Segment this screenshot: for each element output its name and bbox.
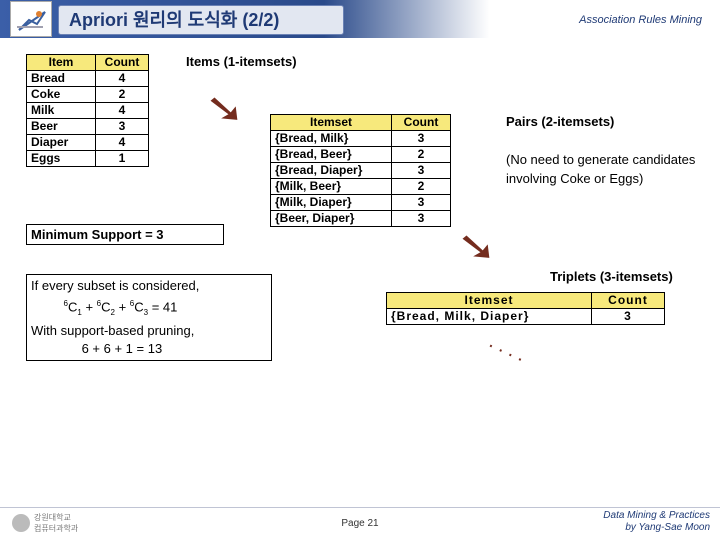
pairs-table: ItemsetCount {Bread, Milk}3 {Bread, Beer… (270, 114, 451, 227)
col-itemset: Itemset (271, 115, 392, 131)
table-row: {Bread, Diaper}3 (271, 163, 451, 179)
table-row: {Milk, Diaper}3 (271, 195, 451, 211)
table-row: Eggs1 (27, 151, 149, 167)
arrow-down-right-icon: ➘ (457, 224, 497, 270)
table-row: {Bread, Milk, Diaper}3 (387, 309, 665, 325)
combos-line3: With support-based pruning, (31, 323, 194, 338)
table-row: Coke2 (27, 87, 149, 103)
col-count: Count (96, 55, 149, 71)
items-table: ItemCount Bread4 Coke2 Milk4 Beer3 Diape… (26, 54, 149, 167)
min-support-box: Minimum Support = 3 (26, 224, 224, 245)
table-row: Beer3 (27, 119, 149, 135)
triplets-caption: Triplets (3-itemsets) (550, 269, 673, 284)
slide-subtitle: Association Rules Mining (579, 14, 702, 26)
triplets-table: ItemsetCount {Bread, Milk, Diaper}3 (386, 292, 665, 325)
credit-line1: Data Mining & Practices (603, 510, 710, 521)
table-row: Milk4 (27, 103, 149, 119)
combos-line4: 6 + 6 + 1 = 13 (82, 341, 163, 356)
slide-icon (10, 1, 52, 37)
slide-title: Apriori 원리의 도식화 (2/2) (58, 5, 344, 35)
table-row: Bread4 (27, 71, 149, 87)
table-row: {Milk, Beer}2 (271, 179, 451, 195)
col-itemset: Itemset (387, 293, 592, 309)
slide-content: ItemCount Bread4 Coke2 Milk4 Beer3 Diape… (22, 54, 702, 506)
credit: Data Mining & Practices by Yang-Sae Moon (603, 510, 710, 534)
table-row: {Bread, Milk}3 (271, 131, 451, 147)
col-item: Item (27, 55, 96, 71)
pairs-caption-title: Pairs (2-itemsets) (506, 114, 614, 129)
footer: 강원대학교 컴퓨터과학과 Page 21 Data Mining & Pract… (0, 507, 720, 540)
combos-line1: If every subset is considered, (31, 278, 199, 293)
col-count: Count (592, 293, 665, 309)
title-bar: Apriori 원리의 도식화 (2/2) Association Rules … (0, 0, 720, 38)
table-row: Diaper4 (27, 135, 149, 151)
items-caption: Items (1-itemsets) (186, 54, 297, 69)
ellipsis-icon: ···· (483, 334, 531, 373)
table-row: {Bread, Beer}2 (271, 147, 451, 163)
col-count: Count (392, 115, 451, 131)
combination-count-box: If every subset is considered, 6C1 + 6C2… (26, 274, 272, 361)
credit-line2: by Yang-Sae Moon (625, 522, 710, 533)
pairs-note: (No need to generate candidates involvin… (506, 152, 695, 186)
arrow-down-right-icon: ➘ (205, 86, 245, 132)
table-row: {Beer, Diaper}3 (271, 211, 451, 227)
pairs-caption: Pairs (2-itemsets) (No need to generate … (506, 112, 702, 188)
